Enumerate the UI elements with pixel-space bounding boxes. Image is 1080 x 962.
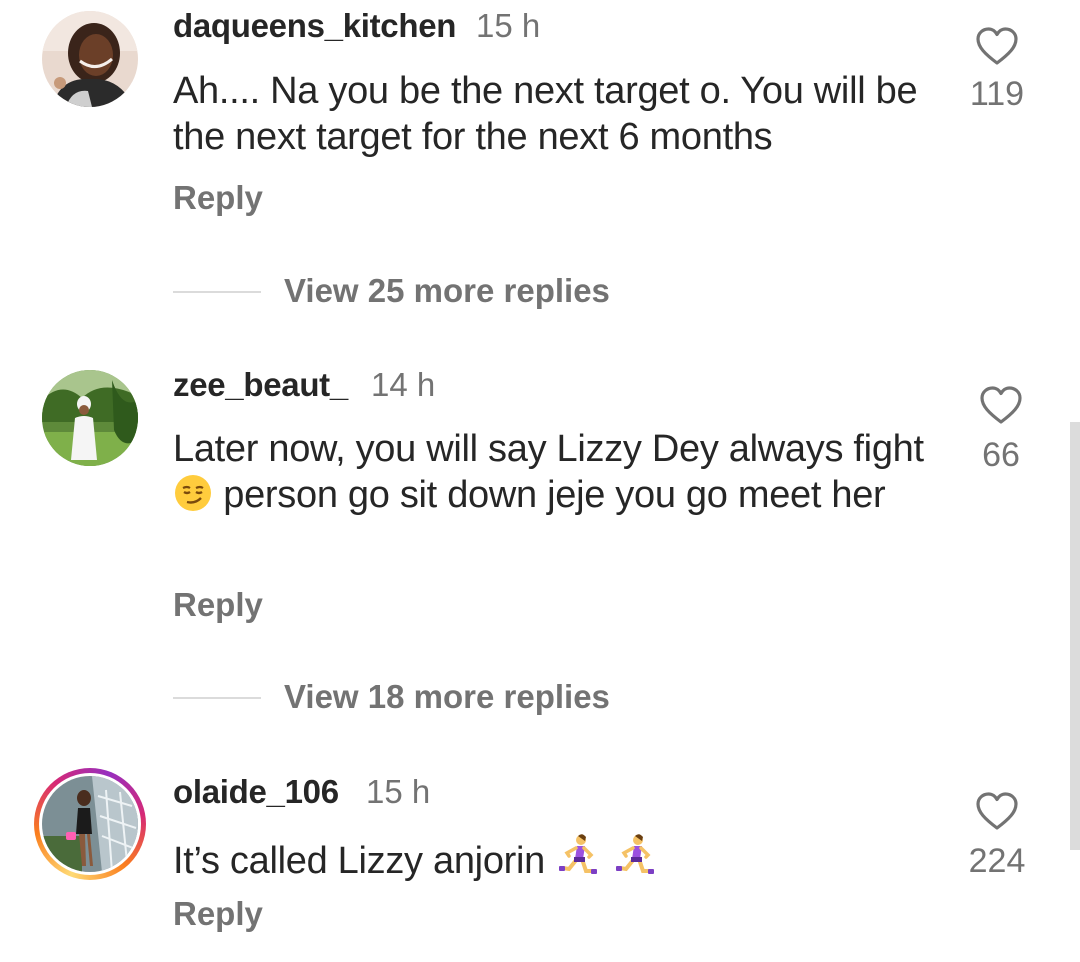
comment-username[interactable]: zee_beaut_ (173, 366, 348, 404)
heart-icon[interactable] (979, 385, 1023, 425)
comment-timestamp: 14 h (371, 366, 436, 403)
comment-text: Later now, you will say Lizzy Dey always… (173, 426, 933, 524)
view-more-replies-label[interactable]: View 25 more replies (284, 272, 610, 310)
comment-username[interactable]: olaide_106 (173, 773, 339, 811)
like-count: 119 (969, 75, 1025, 113)
divider-line (173, 291, 261, 293)
comment-timestamp: 15 h (366, 773, 431, 810)
comment-username[interactable]: daqueens_kitchen (173, 7, 456, 45)
comment-timestamp: 15 h (476, 7, 541, 44)
view-more-replies-label[interactable]: View 18 more replies (284, 678, 610, 716)
comment-text-part: Later now, you will say Lizzy Dey always… (173, 428, 924, 470)
like-count: 224 (968, 842, 1026, 880)
view-more-replies[interactable]: View 18 more replies (173, 678, 633, 718)
reply-button[interactable]: Reply (173, 586, 263, 624)
smirking-face-emoji (173, 473, 213, 524)
heart-icon[interactable] (975, 26, 1019, 66)
story-ring[interactable] (34, 768, 146, 880)
comment-text: It’s called Lizzy anjorin (173, 833, 933, 890)
heart-icon[interactable] (975, 791, 1019, 831)
avatar[interactable] (42, 776, 138, 872)
comment-text: Ah.... Na you be the next target o. You … (173, 70, 918, 158)
reply-button[interactable]: Reply (173, 179, 263, 217)
woman-running-emoji (555, 833, 657, 890)
reply-button[interactable]: Reply (173, 895, 263, 933)
scrollbar[interactable] (1070, 422, 1080, 850)
divider-line (173, 697, 261, 699)
comment-text-part: It’s called Lizzy anjorin (173, 840, 545, 882)
view-more-replies[interactable]: View 25 more replies (173, 272, 633, 312)
avatar[interactable] (42, 370, 138, 466)
avatar[interactable] (42, 11, 138, 107)
comment-text-part: person go sit down jeje you go meet her (223, 474, 886, 516)
like-count: 66 (982, 436, 1020, 474)
